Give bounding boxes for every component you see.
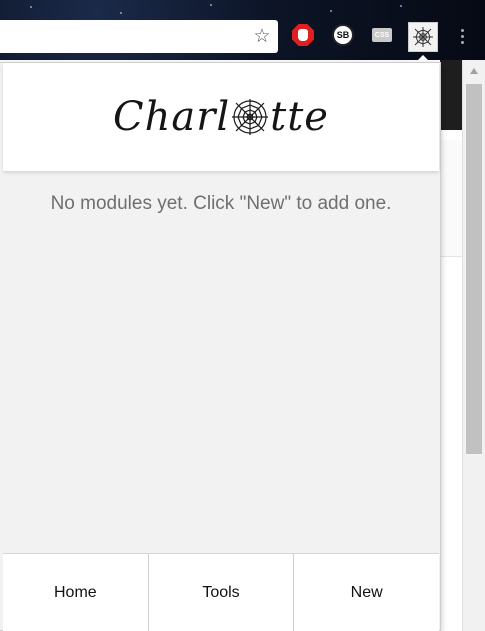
background-star — [120, 12, 122, 14]
background-star — [30, 6, 32, 8]
sb-extension-icon[interactable]: SB — [332, 24, 354, 46]
popup-bottom-nav: Home Tools New — [3, 553, 439, 631]
address-bar[interactable]: ☆ — [0, 20, 278, 53]
logo-text-suffix: tte — [270, 94, 329, 140]
background-star — [330, 10, 332, 12]
spiderweb-icon — [232, 99, 269, 135]
logo-text-prefix: Charl — [113, 94, 231, 140]
browser-toolbar: ☆ SB CSS — [0, 0, 485, 60]
new-button[interactable]: New — [294, 554, 439, 631]
vertical-dots-icon[interactable] — [456, 24, 468, 48]
spiderweb-icon[interactable] — [408, 22, 438, 52]
page-scrollbar[interactable] — [462, 60, 485, 631]
scroll-thumb[interactable] — [466, 84, 482, 454]
empty-modules-message: No modules yet. Click "New" to add one. — [50, 193, 392, 214]
css-extension-icon[interactable]: CSS — [372, 28, 392, 42]
charlotte-logo: Charl tte — [113, 94, 329, 140]
charlotte-popup: Charl tte No modules yet. Click "New" to… — [0, 62, 441, 631]
background-page-header — [440, 60, 462, 130]
tools-button[interactable]: Tools — [149, 554, 295, 631]
background-star — [210, 4, 212, 6]
home-button[interactable]: Home — [3, 554, 149, 631]
scroll-up-arrow-icon[interactable] — [470, 68, 478, 74]
background-page-panel — [440, 140, 462, 257]
popup-header: Charl tte — [3, 63, 439, 171]
adblock-stop-icon[interactable] — [292, 24, 314, 46]
background-star — [400, 5, 402, 7]
star-icon[interactable]: ☆ — [252, 26, 272, 46]
